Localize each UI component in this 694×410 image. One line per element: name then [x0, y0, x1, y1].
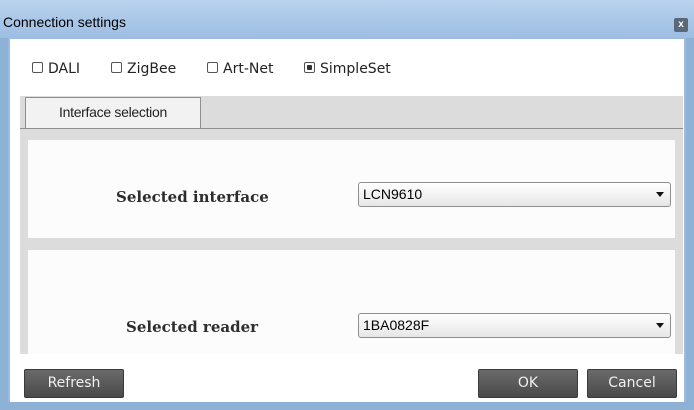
- interface-section: Selected interface LCN9610: [28, 140, 675, 238]
- selected-reader-label: Selected reader: [126, 318, 259, 336]
- tab-strip: Interface selection: [20, 96, 683, 128]
- window-title: Connection settings: [3, 14, 126, 30]
- cancel-button[interactable]: Cancel: [587, 369, 677, 398]
- interface-dropdown[interactable]: LCN9610: [358, 182, 671, 207]
- radio-simpleset-label: SimpleSet: [320, 61, 391, 77]
- reader-dropdown-value: 1BA0828F: [363, 317, 430, 333]
- ok-button[interactable]: OK: [478, 369, 578, 398]
- close-button[interactable]: x: [674, 18, 688, 32]
- radio-simpleset-indicator[interactable]: [304, 62, 315, 73]
- radio-zigbee[interactable]: ZigBee: [111, 61, 176, 77]
- chevron-down-icon[interactable]: [656, 323, 664, 328]
- radio-artnet-label: Art-Net: [223, 61, 274, 77]
- radio-dali-indicator[interactable]: [32, 62, 43, 73]
- selected-interface-label: Selected interface: [116, 188, 269, 206]
- title-bar[interactable]: Connection settings x: [0, 0, 694, 38]
- radio-artnet[interactable]: Art-Net: [207, 61, 273, 77]
- reader-dropdown[interactable]: 1BA0828F: [358, 313, 671, 338]
- radio-zigbee-indicator[interactable]: [111, 62, 122, 73]
- tab-panel: Selected interface LCN9610 Selected read…: [20, 128, 683, 355]
- radio-artnet-indicator[interactable]: [207, 62, 218, 73]
- radio-dali-label: DALI: [48, 61, 81, 77]
- radio-dali[interactable]: DALI: [32, 61, 80, 77]
- refresh-button[interactable]: Refresh: [24, 369, 124, 398]
- radio-simpleset[interactable]: SimpleSet: [304, 61, 391, 77]
- radio-zigbee-label: ZigBee: [127, 61, 177, 77]
- tab-interface-selection[interactable]: Interface selection: [25, 97, 201, 128]
- reader-section: Selected reader 1BA0828F: [28, 250, 675, 355]
- interface-dropdown-value: LCN9610: [363, 186, 423, 202]
- chevron-down-icon[interactable]: [656, 192, 664, 197]
